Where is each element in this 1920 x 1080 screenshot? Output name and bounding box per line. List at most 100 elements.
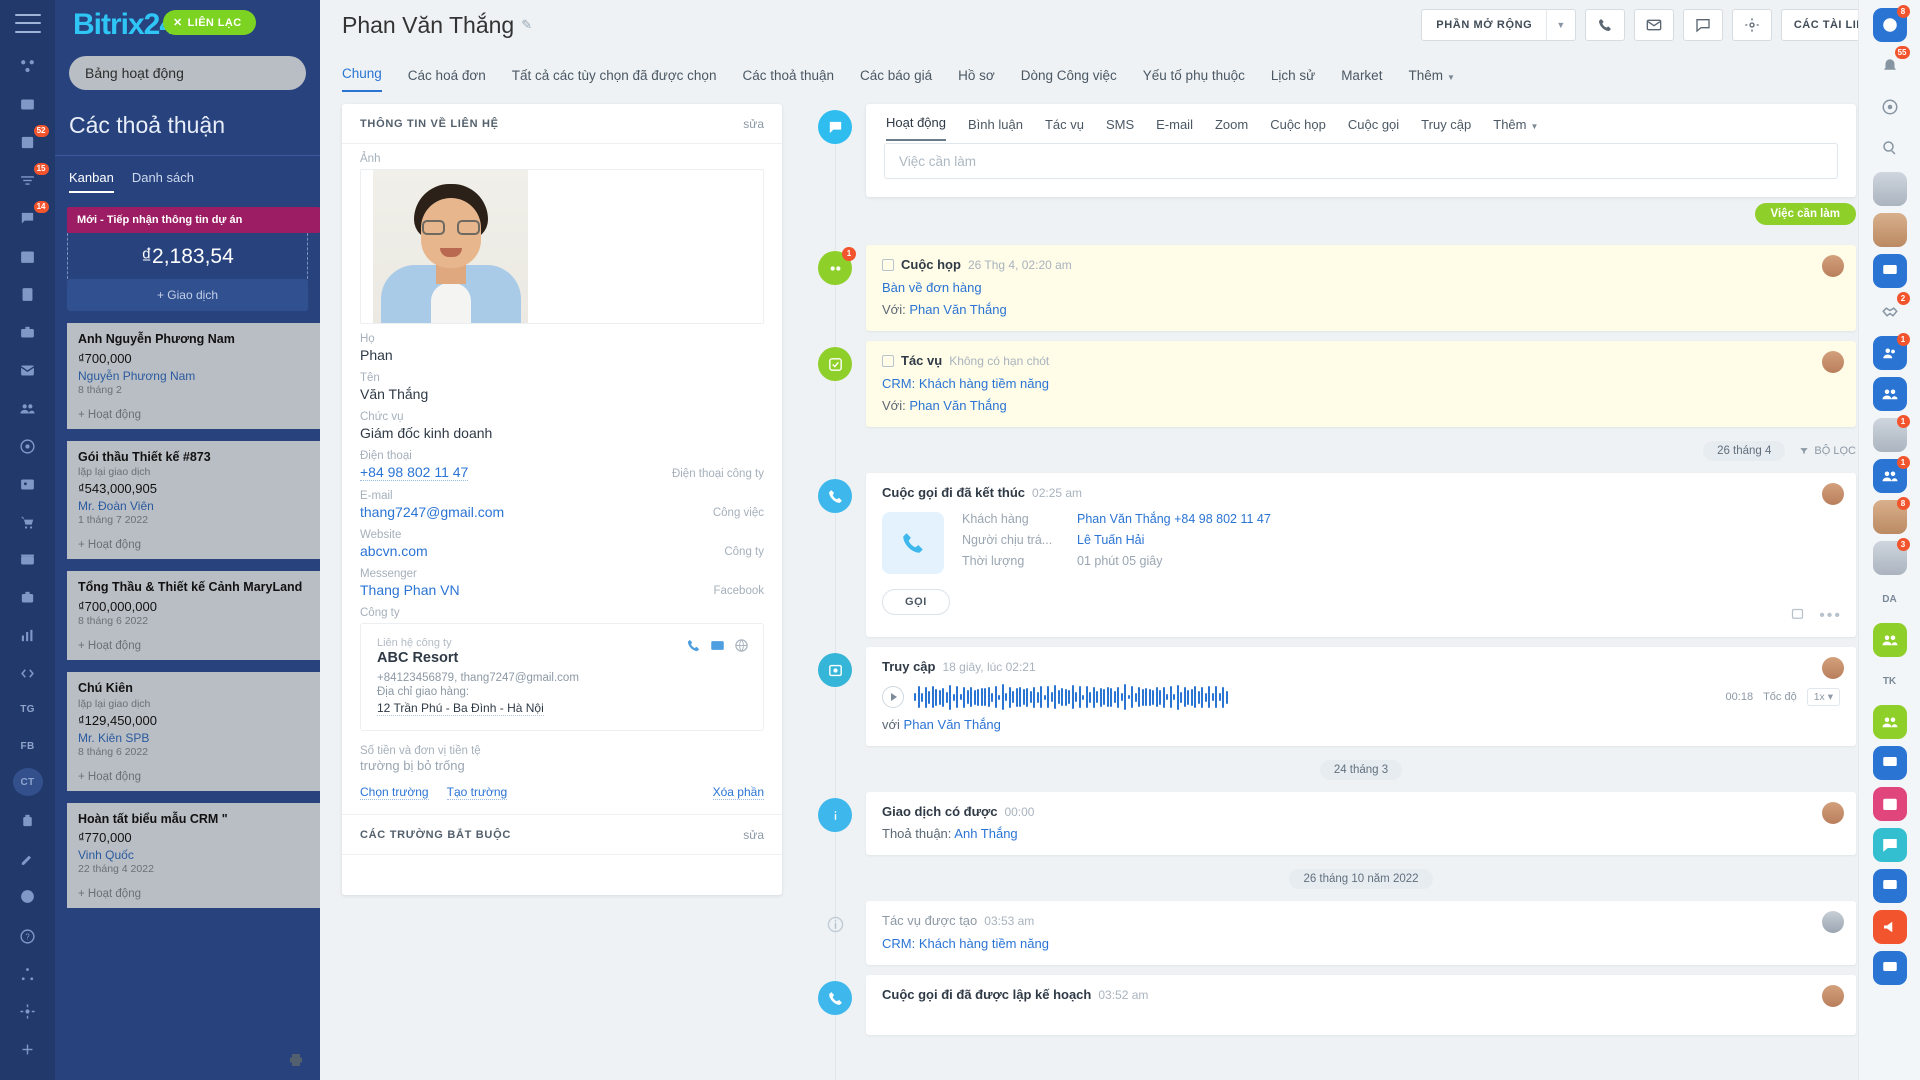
visit-with-value[interactable]: Phan Văn Thắng <box>904 717 1001 732</box>
rail-item-check-circle[interactable] <box>11 880 45 912</box>
avatar[interactable] <box>1822 911 1844 933</box>
rail-item-help[interactable]: ? <box>11 920 45 952</box>
kanban-card[interactable]: Tổng Thầu & Thiết kế Cảnh MaryLand ₫700,… <box>67 568 320 660</box>
right-rail-label-tk[interactable]: TK <box>1873 664 1907 698</box>
todo-chip[interactable]: Việc cần làm <box>1754 203 1856 225</box>
more-icon[interactable]: ••• <box>1819 607 1842 625</box>
right-rail-presentation[interactable] <box>1872 746 1907 780</box>
tab-workflow[interactable]: Dòng Công việc <box>1021 68 1117 92</box>
avatar[interactable] <box>1822 255 1844 277</box>
avatar[interactable] <box>1822 351 1844 373</box>
delete-section-link[interactable]: Xóa phần <box>712 785 764 800</box>
rail-item-analytics[interactable] <box>11 620 45 652</box>
mail-icon[interactable] <box>1633 9 1674 41</box>
event-checkbox[interactable] <box>882 354 894 367</box>
avatar[interactable] <box>1822 483 1844 505</box>
rail-item-briefcase[interactable] <box>11 316 45 348</box>
audio-waveform[interactable] <box>914 684 1716 710</box>
play-icon[interactable] <box>882 686 904 708</box>
rail-item-pen[interactable] <box>11 842 45 874</box>
contact-photo[interactable] <box>373 170 528 323</box>
phone-icon[interactable] <box>686 638 701 656</box>
rail-item-code[interactable] <box>11 658 45 690</box>
rail-item-tasks[interactable]: 52 <box>11 124 49 159</box>
right-rail-help[interactable]: 8 <box>1872 5 1910 42</box>
rail-item-drive[interactable] <box>11 278 45 310</box>
deal-agreement-value[interactable]: Anh Thắng <box>954 826 1017 841</box>
rail-item-shop[interactable] <box>11 506 45 538</box>
composer-tab-visit[interactable]: Truy cập <box>1421 117 1471 141</box>
kanban-card[interactable]: Gói thầu Thiết kế #873 lặp lại giao dịch… <box>67 437 320 560</box>
pencil-icon[interactable]: ✎ <box>521 17 532 33</box>
tab-chung[interactable]: Chung <box>342 66 382 92</box>
composer-tab-task[interactable]: Tác vụ <box>1045 117 1084 141</box>
rail-item-fb[interactable]: FB <box>13 732 43 760</box>
kanban-stage-header[interactable]: Mới - Tiếp nhận thông tin dự án <box>67 207 320 233</box>
tab-history[interactable]: Lịch sử <box>1271 68 1315 92</box>
event-subject[interactable]: CRM: Khách hàng tiềm năng <box>882 376 1840 391</box>
todo-input[interactable]: Việc cần làm <box>884 143 1838 179</box>
rail-item-plus[interactable] <box>11 1034 45 1066</box>
avatar[interactable] <box>1822 657 1844 679</box>
event-participants-value[interactable]: Phan Văn Thắng <box>909 398 1006 413</box>
right-rail-avatar[interactable]: 3 <box>1872 538 1910 575</box>
right-rail-people-group[interactable]: 1 <box>1872 456 1910 493</box>
close-icon[interactable]: ✕ <box>173 16 183 29</box>
company-card[interactable]: Liên hệ công ty ABC Resort +84123456879,… <box>360 623 764 731</box>
tab-all-selected[interactable]: Tất cả các tùy chọn đã được chọn <box>512 68 717 92</box>
composer-tab-call[interactable]: Cuộc gọi <box>1348 117 1399 141</box>
contact-info-edit-link[interactable]: sửa <box>743 117 764 131</box>
rail-item-feed[interactable] <box>11 89 45 121</box>
rail-item-tg[interactable]: TG <box>13 696 43 724</box>
right-rail-label-da[interactable]: DA <box>1873 582 1907 616</box>
meeting-event-card[interactable]: Cuộc họp 26 Thg 4, 02:20 am Bàn về đơn h… <box>866 245 1856 331</box>
right-rail-megaphone[interactable] <box>1872 910 1907 944</box>
note-icon[interactable] <box>1790 607 1805 625</box>
composer-tab-activity[interactable]: Hoạt động <box>886 115 946 141</box>
kanban-card[interactable]: Anh Nguyễn Phương Nam ₫700,000 Nguyễn Ph… <box>67 320 320 429</box>
call-row-value[interactable]: Phan Văn Thắng +84 98 802 11 47 <box>1077 512 1271 526</box>
gear-icon[interactable] <box>1731 9 1772 41</box>
right-rail-search[interactable] <box>1873 131 1907 165</box>
right-rail-mentions[interactable] <box>1873 90 1907 124</box>
right-rail-calendar[interactable] <box>1872 787 1907 821</box>
right-rail-people[interactable] <box>1872 623 1907 657</box>
call-row-value[interactable]: Lê Tuấn Hải <box>1077 533 1144 547</box>
call-event-card[interactable]: Cuộc gọi đi đã kết thúc 02:25 am Khách h… <box>866 473 1856 637</box>
task-created-subject[interactable]: CRM: Khách hàng tiềm năng <box>882 936 1840 951</box>
tab-dependencies[interactable]: Yếu tố phụ thuộc <box>1143 68 1245 92</box>
tab-more[interactable]: Thêm ▼ <box>1408 68 1454 92</box>
kanban-card-add-activity[interactable]: + Hoạt động <box>78 409 309 421</box>
rail-item-settings[interactable] <box>11 996 45 1028</box>
tab-quotes[interactable]: Các báo giá <box>860 68 932 92</box>
audio-speed-value[interactable]: 1x ▾ <box>1806 688 1840 706</box>
rail-item-trash[interactable] <box>11 804 45 836</box>
right-rail-avatar[interactable] <box>1872 213 1907 247</box>
phone-icon[interactable] <box>1584 9 1625 41</box>
field-phone-value[interactable]: +84 98 802 11 47 <box>360 464 469 481</box>
kanban-card-person[interactable]: Nguyễn Phương Nam <box>78 369 309 383</box>
field-firstname-value[interactable]: Văn Thắng <box>360 386 764 402</box>
call-button[interactable]: GỌI <box>882 589 950 615</box>
kanban-card[interactable]: Hoàn tất biểu mẫu CRM " ₫770,000 Vinh Qu… <box>67 799 320 909</box>
activity-board-search[interactable]: Bảng hoạt động <box>69 56 306 90</box>
event-subject[interactable]: Bàn về đơn hàng <box>882 280 1840 295</box>
field-money-value[interactable]: trường bị bỏ trống <box>360 758 764 773</box>
extension-button[interactable]: PHẦN MỞ RỘNG ▼ <box>1421 9 1576 41</box>
scheduled-call-event-card[interactable]: Cuộc gọi đi đã được lập kế hoạch 03:52 a… <box>866 975 1856 1035</box>
right-rail-presentation[interactable] <box>1872 254 1907 288</box>
kanban-tab-kanban[interactable]: Kanban <box>69 170 114 193</box>
company-address[interactable]: 12 Trần Phú - Ba Đình - Hà Nội <box>377 701 544 716</box>
right-rail-people[interactable]: 1 <box>1872 333 1910 370</box>
kanban-tab-list[interactable]: Danh sách <box>132 170 194 193</box>
kanban-card-add-activity[interactable]: + Hoạt động <box>78 771 309 783</box>
kanban-card-person[interactable]: Mr. Kiên SPB <box>78 731 309 745</box>
right-rail-notifications[interactable]: 55 <box>1873 46 1910 83</box>
hamburger-icon[interactable] <box>14 14 41 33</box>
composer-tab-sms[interactable]: SMS <box>1106 117 1134 141</box>
right-rail-avatar[interactable] <box>1872 172 1907 206</box>
select-field-link[interactable]: Chọn trường <box>360 785 429 800</box>
kanban-card[interactable]: Chú Kiên lặp lại giao dịch ₫129,450,000 … <box>67 668 320 791</box>
tab-invoices[interactable]: Các hoá đơn <box>408 68 486 92</box>
audio-player[interactable]: 00:18 Tốc độ 1x ▾ <box>882 684 1840 710</box>
